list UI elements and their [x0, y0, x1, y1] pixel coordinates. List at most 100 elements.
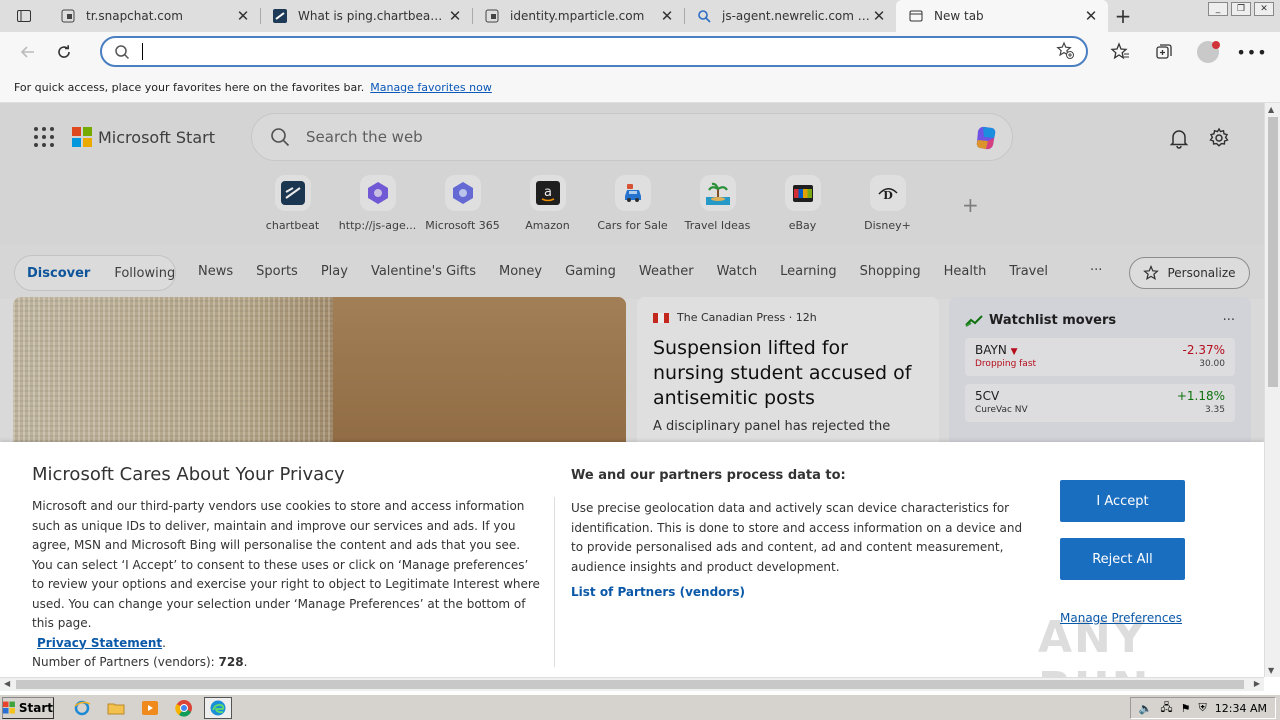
start-label: Start [18, 700, 53, 715]
copilot-icon[interactable] [972, 123, 1002, 153]
close-icon[interactable]: ✕ [234, 7, 252, 25]
file-explorer-icon[interactable] [102, 697, 130, 719]
process-body: Use precise geolocation data and activel… [571, 501, 1023, 574]
nav-link-valentines-gifts[interactable]: Valentine's Gifts [371, 264, 476, 279]
quick-link-label: http://js-age... [338, 219, 417, 232]
quick-link-chartbeat[interactable]: chartbeat [250, 175, 335, 232]
scroll-right-icon[interactable]: ▶ [1254, 679, 1260, 688]
personalize-button[interactable]: Personalize [1129, 257, 1250, 289]
back-button[interactable] [10, 34, 46, 70]
hero-wall [333, 297, 626, 457]
msn-page: Microsoft Start Search the web chartbeat… [0, 103, 1264, 677]
nav-link-play[interactable]: Play [321, 264, 348, 279]
horizontal-scrollbar[interactable]: ◀ ▶ [0, 677, 1264, 691]
restore-button[interactable]: ❐ [1231, 2, 1251, 16]
new-tab-button[interactable]: + [1108, 0, 1138, 32]
favorites-button[interactable] [1102, 34, 1138, 70]
web-search-box[interactable]: Search the web [251, 113, 1013, 161]
tab-newrelic-search[interactable]: js-agent.newrelic.com what ✕ [684, 0, 896, 32]
nav-link-learning[interactable]: Learning [780, 264, 836, 279]
hero-image[interactable] [13, 297, 626, 457]
close-icon[interactable]: ✕ [870, 7, 888, 25]
quick-link-js-agent[interactable]: http://js-age... [335, 175, 420, 232]
scroll-up-icon[interactable]: ▲ [1268, 105, 1274, 114]
security-icon[interactable]: ⛨ [1199, 701, 1207, 715]
horizontal-scroll-thumb[interactable] [16, 680, 1244, 689]
tab-discover[interactable]: Discover [27, 266, 90, 281]
nav-link-health[interactable]: Health [944, 264, 987, 279]
tab-mparticle[interactable]: identity.mparticle.com ✕ [472, 0, 684, 32]
watchlist-more-button[interactable]: ··· [1223, 313, 1235, 328]
address-bar[interactable] [100, 36, 1088, 67]
nav-link-gaming[interactable]: Gaming [565, 264, 616, 279]
news-card[interactable]: The Canadian Press · 12h Suspension lift… [637, 297, 939, 457]
quick-link-disney-plus[interactable]: D Disney+ [845, 175, 930, 232]
settings-gear-icon[interactable] [1208, 127, 1230, 149]
close-icon[interactable]: ✕ [1082, 7, 1100, 25]
flag-icon[interactable]: ⚑ [1181, 702, 1191, 715]
vertical-scrollbar[interactable]: ▲ ▼ [1264, 103, 1280, 677]
start-button[interactable]: Start [2, 696, 54, 719]
nav-link-shopping[interactable]: Shopping [860, 264, 921, 279]
stock-row[interactable]: BAYN ▼ Dropping fast -2.37% 30.00 [965, 338, 1235, 376]
partners-count: 728 [218, 655, 244, 669]
car-icon [614, 175, 651, 211]
watchlist-card: Watchlist movers ··· BAYN ▼ Dropping fas… [949, 297, 1251, 457]
quick-link-ebay[interactable]: eBay [760, 175, 845, 232]
watchlist-header: Watchlist movers ··· [965, 313, 1235, 328]
stock-row[interactable]: 5CV CureVac NV +1.18% 3.35 [965, 384, 1235, 422]
microsoft-start-logo[interactable]: Microsoft Start [72, 127, 215, 147]
add-quick-link-button[interactable]: + [962, 193, 979, 217]
quick-link-travel-ideas[interactable]: Travel Ideas [675, 175, 760, 232]
quick-link-microsoft-365[interactable]: Microsoft 365 [420, 175, 505, 232]
reject-all-button[interactable]: Reject All [1060, 538, 1185, 580]
privacy-consent-dialog: Microsoft Cares About Your Privacy Micro… [0, 442, 1264, 677]
quick-link-cars-for-sale[interactable]: Cars for Sale [590, 175, 675, 232]
scroll-down-icon[interactable]: ▼ [1268, 666, 1274, 675]
scroll-left-icon[interactable]: ◀ [4, 679, 10, 688]
add-favorite-icon[interactable] [1056, 41, 1074, 62]
internet-explorer-icon[interactable] [68, 697, 96, 719]
nav-link-weather[interactable]: Weather [639, 264, 694, 279]
stock-price: 30.00 [1199, 359, 1225, 369]
nav-link-money[interactable]: Money [499, 264, 542, 279]
nav-link-watch[interactable]: Watch [717, 264, 757, 279]
edge-icon[interactable] [204, 696, 232, 719]
vertical-scroll-thumb[interactable] [1268, 117, 1278, 387]
quick-link-amazon[interactable]: a Amazon [505, 175, 590, 232]
settings-more-button[interactable]: ••• [1234, 34, 1270, 70]
notifications-bell-icon[interactable] [1168, 127, 1190, 149]
list-of-partners-link[interactable]: List of Partners (vendors) [571, 585, 1031, 599]
tab-new-tab[interactable]: New tab ✕ [896, 0, 1108, 32]
close-icon[interactable]: ✕ [658, 7, 676, 25]
tab-actions-button[interactable] [0, 0, 48, 32]
nav-link-news[interactable]: News [198, 264, 233, 279]
collections-button[interactable] [1146, 34, 1182, 70]
privacy-statement-link[interactable]: Privacy Statement [37, 636, 162, 650]
chrome-icon[interactable] [170, 697, 198, 719]
media-player-icon[interactable] [136, 697, 164, 719]
profile-button[interactable] [1190, 34, 1226, 70]
tab-snapchat[interactable]: tr.snapchat.com ✕ [48, 0, 260, 32]
nav-link-sports[interactable]: Sports [256, 264, 298, 279]
tab-following[interactable]: Following [114, 266, 175, 281]
close-window-button[interactable]: ✕ [1254, 2, 1274, 16]
manage-favorites-link[interactable]: Manage favorites now [370, 81, 492, 94]
quick-link-label: Microsoft 365 [425, 219, 500, 232]
network-icon[interactable]: 🖧 [1160, 699, 1172, 718]
nav-more-button[interactable]: ··· [1090, 263, 1102, 278]
nav-link-travel[interactable]: Travel [1009, 264, 1048, 279]
volume-icon[interactable]: 🔈 [1139, 702, 1153, 715]
accept-button[interactable]: I Accept [1060, 480, 1185, 522]
partners-count-label: Number of Partners (vendors): [32, 655, 215, 669]
tab-chartbeat[interactable]: What is ping.chartbeat.net? ✕ [260, 0, 472, 32]
clock[interactable]: 12:34 AM [1215, 702, 1267, 715]
news-source-name: The Canadian Press [677, 311, 786, 324]
close-icon[interactable]: ✕ [446, 7, 464, 25]
news-headline[interactable]: Suspension lifted for nursing student ac… [653, 336, 923, 411]
app-launcher-icon[interactable] [34, 127, 54, 147]
quick-link-label: Amazon [525, 219, 570, 232]
manage-preferences-link[interactable]: Manage Preferences [1060, 611, 1182, 625]
refresh-button[interactable] [46, 34, 82, 70]
minimize-button[interactable]: _ [1208, 2, 1228, 16]
